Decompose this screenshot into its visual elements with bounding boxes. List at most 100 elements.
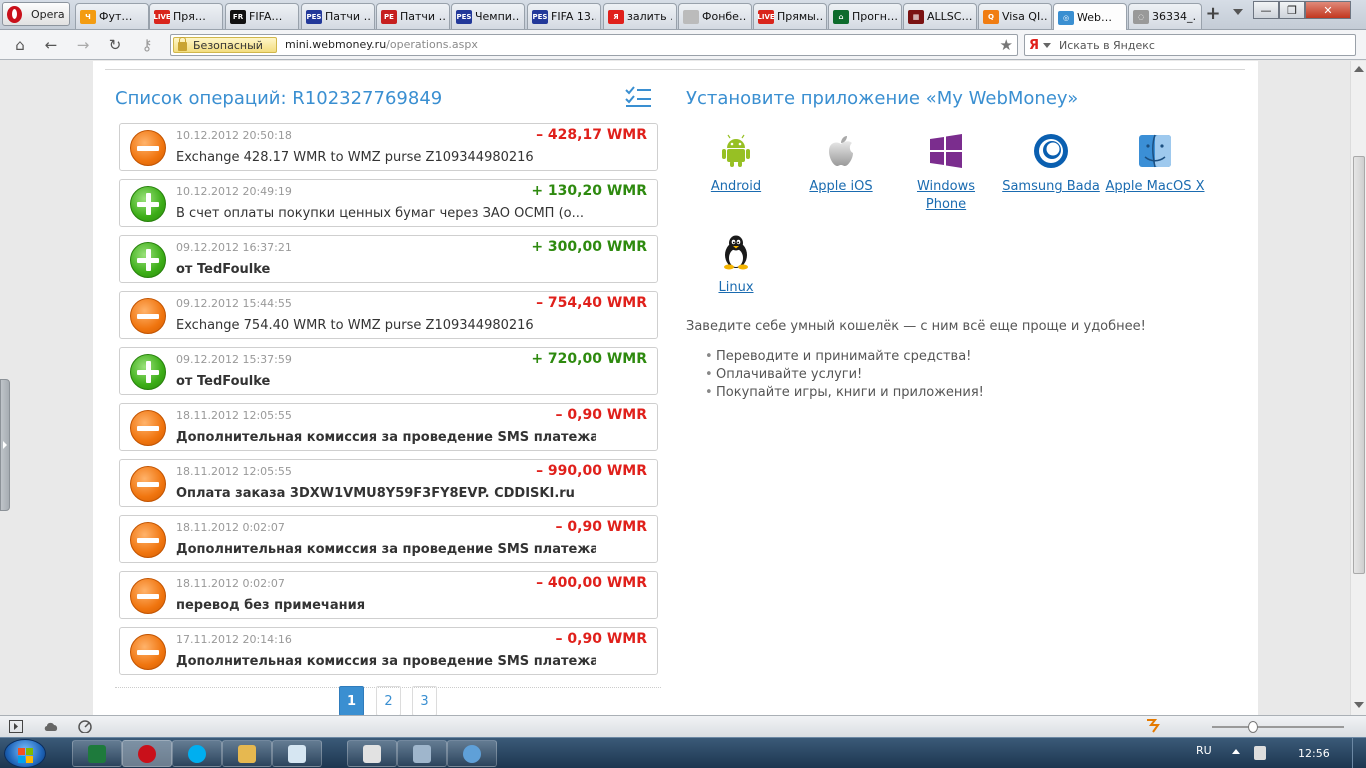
taskbar-keyboard[interactable] [397,740,447,767]
tab-label: Visa QI… [1002,10,1047,23]
filter-list-icon[interactable] [624,85,654,109]
opera-menu-button[interactable]: Opera [2,2,70,26]
operation-amount: + 720,00 WMR [531,351,647,367]
taskbar-paint[interactable] [447,740,497,767]
app-link-android[interactable]: Android [686,133,786,196]
home-icon[interactable]: ⌂ [9,35,31,55]
operation-date: 09.12.2012 15:37:59 [176,353,292,366]
browser-tab[interactable]: ⌂ Прогн… [828,3,902,29]
new-tab-button[interactable]: + [1203,5,1223,23]
taskbar-excel[interactable] [72,740,122,767]
app-link-macos[interactable]: Apple MacOS X [1105,133,1205,196]
scroll-thumb[interactable] [1353,156,1365,574]
yandex-logo-icon: Я [1029,37,1040,53]
promo-text: Заведите себе умный кошелёк — с ним всё … [686,319,1146,334]
outgoing-minus-icon [130,522,166,558]
browser-tab[interactable]: Q Visa QI… [978,3,1052,29]
incoming-plus-icon [130,354,166,390]
show-desktop-button[interactable] [1352,738,1366,768]
operation-row[interactable]: 10.12.2012 20:49:19 + 130,20 WMR В счет оп… [119,179,658,227]
operation-row[interactable]: 10.12.2012 20:50:18 – 428,17 WMR Exchange … [119,123,658,171]
taskbar-explorer[interactable] [222,740,272,767]
tux-icon [724,235,748,270]
app-link-bada[interactable]: Samsung Bada [1001,133,1101,196]
opera-menu-label: Opera [31,7,65,21]
operation-description: от TedFoulke [176,262,271,277]
forward-icon[interactable]: → [72,35,94,55]
operation-date: 18.11.2012 0:02:07 [176,521,285,534]
key-icon[interactable]: ⚷ [136,35,158,55]
scroll-down-icon[interactable] [1354,702,1364,708]
browser-tab[interactable]: Ч Фут… [75,3,149,29]
action-center-flag-icon[interactable] [1254,746,1266,760]
browser-tab[interactable]: PE Патчи … [376,3,450,29]
start-button[interactable] [4,739,46,768]
side-panel-toggle[interactable] [0,379,10,511]
operation-row[interactable]: 18.11.2012 0:02:07 – 0,90 WMR Дополнительн… [119,515,658,563]
zoom-slider-track[interactable] [1212,726,1344,728]
operation-row[interactable]: 09.12.2012 15:44:55 – 754,40 WMR Exchange … [119,291,658,339]
address-field[interactable]: Безопасный mini.webmoney.ru/operations.a… [170,34,1018,56]
taskbar-clock[interactable]: 12:56 [1298,747,1330,760]
app-link-ios[interactable]: Apple iOS [791,133,891,196]
skype-icon [188,744,206,763]
browser-tab[interactable]: LIVE Пря… [149,3,223,29]
app-link-windows-phone[interactable]: Windows Phone [896,133,996,214]
close-button[interactable]: ✕ [1305,1,1351,19]
minimize-button[interactable]: — [1253,1,1279,19]
feature-item: Оплачивайте услуги! [705,367,984,385]
page-zoom-fit-icon[interactable] [1145,718,1161,734]
tab-favicon-icon: PES [306,9,322,24]
page-button-1[interactable]: 1 [339,686,364,715]
tab-list-arrow-icon[interactable] [1233,9,1243,15]
browser-tab[interactable]: Язалить … [603,3,677,29]
app-label-windows-phone: Windows Phone [916,179,976,212]
restore-button[interactable]: ❐ [1279,1,1305,19]
browser-tab[interactable]: ◌36334_… [1128,3,1202,29]
operation-description: от TedFoulke [176,374,271,389]
tray-expand-icon[interactable] [1232,749,1240,754]
taskbar-opera[interactable] [122,740,172,767]
page-content: Список операций: R102327769849 10.12.201… [93,61,1258,715]
browser-tab[interactable]: LIVE Прямы… [753,3,827,29]
app-link-linux[interactable]: Linux [686,234,786,297]
tab-label: залить … [627,10,672,23]
browser-tab[interactable]: ▦ ALLSC… [903,3,977,29]
turbo-icon[interactable] [78,720,92,733]
operation-row[interactable]: 18.11.2012 0:02:07 – 400,00 WMR перевод бе… [119,571,658,619]
page-button-2[interactable]: 2 [376,686,401,715]
operation-row[interactable]: 18.11.2012 12:05:55 – 990,00 WMR Оплата за… [119,459,658,507]
operation-amount: – 428,17 WMR [536,127,647,143]
browser-tab[interactable]: PES Чемпи… [451,3,525,29]
yandex-search-field[interactable]: Я Искать в Яндекс [1024,34,1356,56]
incoming-plus-icon [130,186,166,222]
reload-icon[interactable]: ↻ [104,35,126,55]
taskbar-app-window[interactable] [347,740,397,767]
address-toolbar: ⌂ ← → ↻ ⚷ Безопасный mini.webmoney.ru/op… [0,30,1366,60]
operation-row[interactable]: 09.12.2012 15:37:59 + 720,00 WMR от TedFou… [119,347,658,395]
operation-row[interactable]: 09.12.2012 16:37:21 + 300,00 WMR от TedFou… [119,235,658,283]
page-button-3[interactable]: 3 [412,686,437,715]
url-path: /operations.aspx [386,38,478,51]
tab-favicon-icon [683,9,699,24]
language-indicator[interactable]: RU [1196,744,1212,757]
operation-date: 18.11.2012 0:02:07 [176,577,285,590]
vertical-scrollbar[interactable] [1350,61,1366,715]
back-icon[interactable]: ← [40,35,62,55]
taskbar-skype[interactable] [172,740,222,767]
opera-unite-icon[interactable] [44,720,58,733]
operation-row[interactable]: 18.11.2012 12:05:55 – 0,90 WMR Дополнитель… [119,403,658,451]
operation-row[interactable]: 17.11.2012 20:14:16 – 0,90 WMR Дополнитель… [119,627,658,675]
browser-tab[interactable]: FR FIFA… [225,3,299,29]
panel-toggle-icon[interactable] [9,720,23,733]
search-engine-dropdown-icon[interactable] [1043,42,1052,48]
zoom-slider-knob[interactable] [1248,721,1258,733]
browser-tab[interactable]: PESFIFA 13… [527,3,601,29]
browser-tab[interactable]: Фонбе… [678,3,752,29]
scroll-up-icon[interactable] [1354,66,1364,72]
browser-tab[interactable]: PES Патчи … [301,3,375,29]
browser-tab[interactable]: ◎ Web… [1053,3,1127,31]
bookmark-star-icon[interactable]: ★ [1000,36,1013,54]
operation-amount: – 990,00 WMR [536,463,647,479]
secure-badge[interactable]: Безопасный [173,37,277,53]
